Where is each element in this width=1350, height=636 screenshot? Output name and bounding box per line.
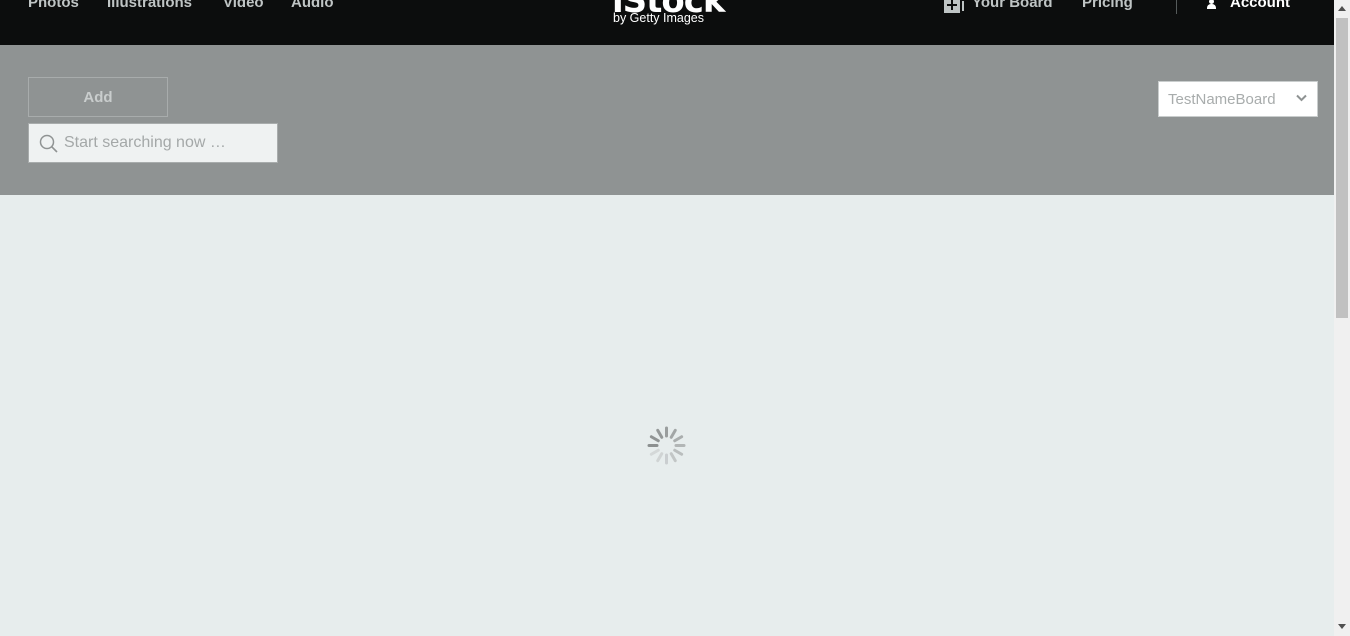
page-scrollbar[interactable] xyxy=(1334,0,1350,636)
add-button[interactable]: Add xyxy=(28,77,168,117)
board-toolbar: Add TestNameBoard xyxy=(0,45,1334,195)
search-input[interactable] xyxy=(64,124,269,162)
search-icon xyxy=(39,134,58,153)
scroll-down-arrow-icon[interactable] xyxy=(1338,624,1346,629)
board-add-icon[interactable] xyxy=(944,0,964,13)
nav-link-audio[interactable]: Audio xyxy=(291,0,334,11)
nav-link-account[interactable]: Account xyxy=(1230,0,1290,11)
nav-link-photos[interactable]: Photos xyxy=(28,0,79,11)
istock-logo[interactable]: iStock by Getty Images xyxy=(612,0,726,28)
nav-link-pricing[interactable]: Pricing xyxy=(1082,0,1133,11)
scroll-up-arrow-icon[interactable] xyxy=(1338,6,1346,11)
board-content xyxy=(0,195,1334,636)
loading-spinner-icon xyxy=(647,426,686,465)
chevron-down-icon xyxy=(1296,94,1307,102)
board-select-value: TestNameBoard xyxy=(1168,91,1276,108)
nav-divider xyxy=(1176,0,1177,14)
top-navigation: Photos Illustrations Video Audio iStock … xyxy=(0,0,1334,45)
user-icon[interactable] xyxy=(1205,0,1217,10)
nav-link-your-board[interactable]: Your Board xyxy=(972,0,1053,11)
board-select[interactable]: TestNameBoard xyxy=(1158,81,1318,117)
nav-link-video[interactable]: Video xyxy=(223,0,264,11)
logo-tagline: by Getty Images xyxy=(613,11,705,25)
search-box[interactable] xyxy=(28,123,278,163)
nav-link-illustrations[interactable]: Illustrations xyxy=(107,0,192,11)
scroll-thumb[interactable] xyxy=(1336,18,1348,318)
